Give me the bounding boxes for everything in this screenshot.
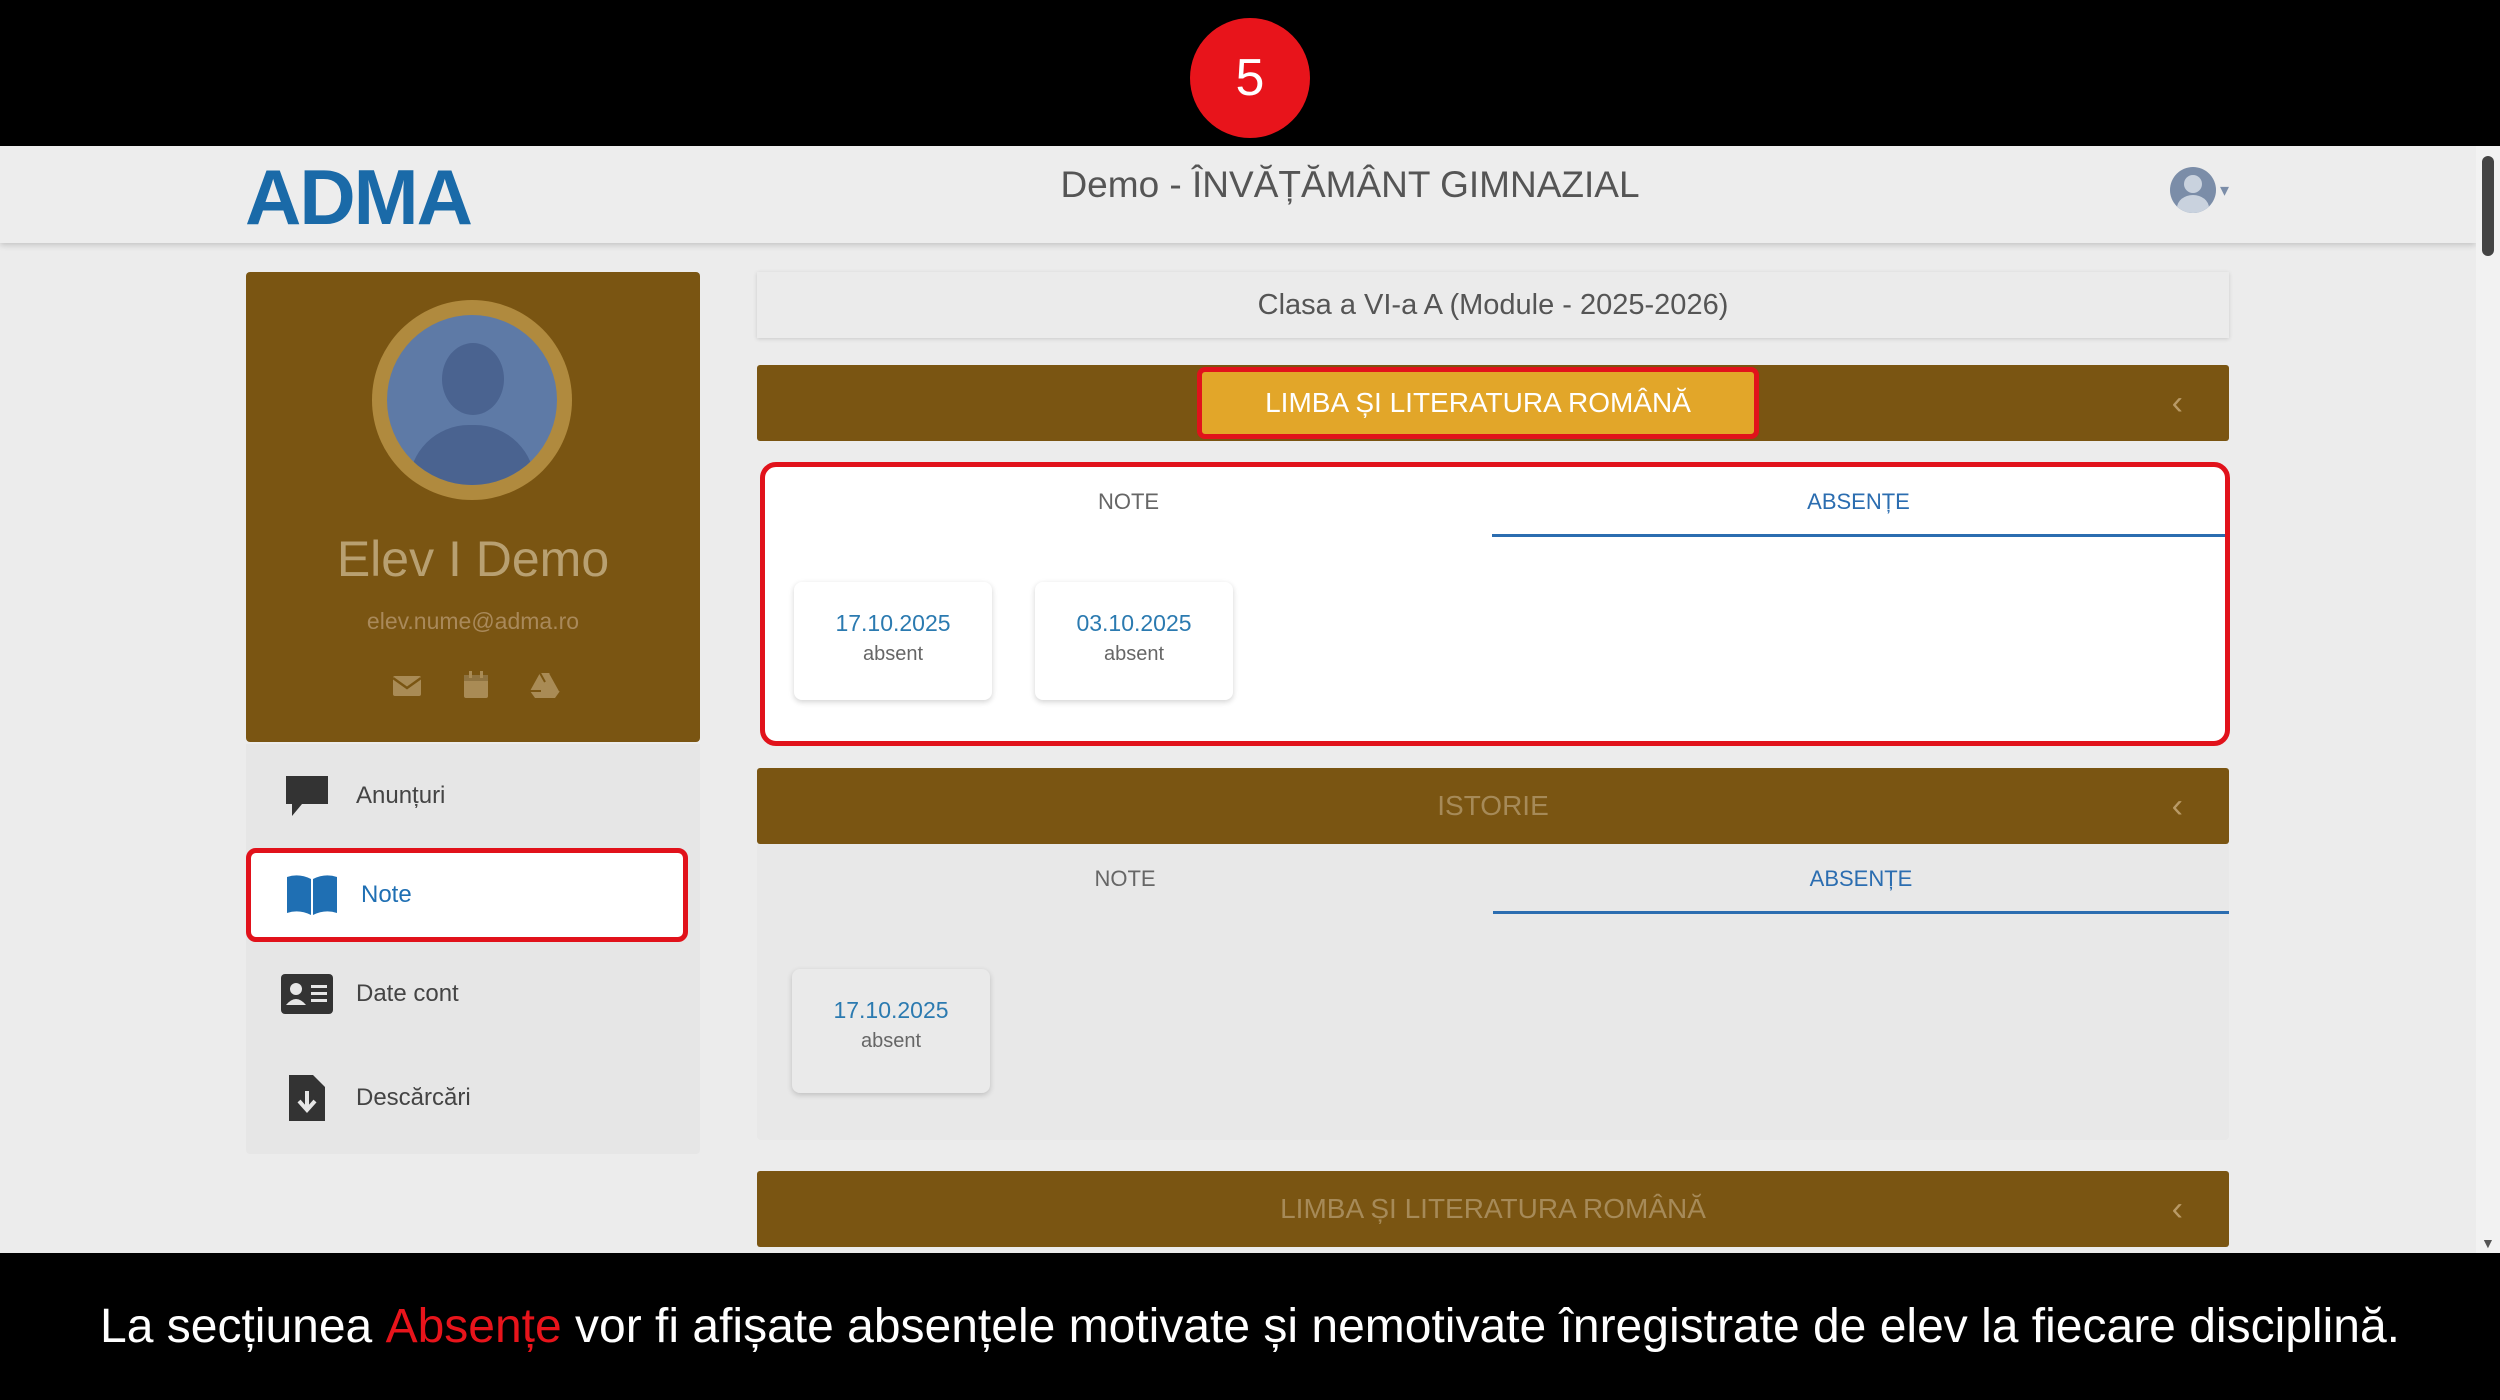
scrollbar[interactable]: ▼	[2476, 146, 2500, 1253]
page-title: Demo - ÎNVĂȚĂMÂNT GIMNAZIAL	[1060, 164, 1640, 205]
sidebar-item-anunturi[interactable]: Anunțuri	[246, 748, 700, 844]
open-book-icon	[285, 868, 339, 922]
sidebar-item-label: Date cont	[356, 980, 459, 1007]
class-selector[interactable]: Clasa a VI-a A (Module - 2025-2026)	[757, 272, 2229, 338]
id-card-icon	[280, 967, 334, 1021]
caption-text: La secțiunea	[100, 1300, 386, 1353]
profile-actions	[391, 670, 561, 700]
sidebar-item-label: Note	[361, 881, 412, 908]
step-badge: 5	[1190, 18, 1310, 138]
chevron-left-icon[interactable]: ‹	[2172, 768, 2183, 844]
tab-note[interactable]: NOTE	[765, 467, 1492, 537]
calendar-icon[interactable]	[460, 670, 492, 700]
sidebar-item-date-cont[interactable]: Date cont	[246, 946, 700, 1042]
chevron-left-icon[interactable]: ‹	[2172, 1171, 2183, 1247]
subject-header[interactable]: LIMBA ȘI LITERATURA ROMÂNĂ ‹	[757, 1171, 2229, 1247]
user-avatar-icon	[2170, 167, 2216, 213]
file-download-icon	[280, 1071, 334, 1125]
caret-down-icon: ▾	[2220, 179, 2230, 200]
top-band: 5	[0, 0, 2500, 146]
tab-absente[interactable]: ABSENȚE	[1493, 844, 2229, 914]
caption-text: vor fi afișate absențele motivate și nem…	[561, 1300, 2400, 1353]
absence-card: 17.10.2025 absent	[794, 582, 992, 700]
app-window: ADMA Demo - ÎNVĂȚĂMÂNT GIMNAZIAL ▾ Elev …	[0, 146, 2500, 1253]
adma-logo[interactable]: ADMA	[245, 152, 473, 243]
subject-title: LIMBA ȘI LITERATURA ROMÂNĂ	[1197, 367, 1759, 439]
profile-avatar	[372, 300, 572, 500]
subject-header[interactable]: ISTORIE ‹	[757, 768, 2229, 844]
envelope-icon[interactable]	[391, 670, 423, 700]
subject-header[interactable]: LIMBA ȘI LITERATURA ROMÂNĂ ‹	[757, 365, 2229, 441]
absence-date: 17.10.2025	[835, 610, 951, 636]
navbar: ADMA Demo - ÎNVĂȚĂMÂNT GIMNAZIAL ▾	[0, 146, 2476, 243]
sidebar-item-note[interactable]: Note	[246, 848, 688, 942]
profile-email: elev.nume@adma.ro	[366, 608, 580, 634]
profile-card: Elev I Demo elev.nume@adma.ro	[246, 272, 700, 742]
tab-note[interactable]: NOTE	[757, 844, 1493, 914]
absence-status: absent	[860, 1030, 922, 1052]
tab-absente[interactable]: ABSENȚE	[1492, 467, 2225, 537]
scroll-down-icon[interactable]: ▼	[2481, 1235, 2495, 1251]
absence-card: 03.10.2025 absent	[1035, 582, 1233, 700]
subject-title: LIMBA ȘI LITERATURA ROMÂNĂ	[1280, 1193, 1706, 1224]
subject-panel: NOTE ABSENȚE 17.10.2025 absent	[757, 844, 2229, 1140]
scrollbar-thumb[interactable]	[2482, 156, 2494, 256]
absence-status: absent	[1103, 643, 1165, 665]
absence-card: 17.10.2025 absent	[792, 969, 990, 1093]
tutorial-caption: La secțiunea Absențe vor fi afișate abse…	[0, 1253, 2500, 1400]
user-menu-button[interactable]: ▾	[2170, 160, 2229, 220]
absence-date: 17.10.2025	[833, 997, 949, 1023]
subject-panel: NOTE ABSENȚE 17.10.2025 absent 03.10.202…	[760, 462, 2230, 746]
absence-status: absent	[862, 643, 924, 665]
chat-bubble-icon	[280, 769, 334, 823]
sidebar-item-label: Descărcări	[356, 1084, 471, 1111]
drive-icon[interactable]	[529, 670, 561, 700]
subject-title: ISTORIE	[1437, 790, 1549, 821]
side-menu: Anunțuri Note Date cont Descărcări	[246, 744, 700, 1154]
profile-name: Elev I Demo	[336, 531, 610, 587]
absence-date: 03.10.2025	[1076, 610, 1192, 636]
chevron-left-icon[interactable]: ‹	[2172, 365, 2183, 441]
sidebar-item-label: Anunțuri	[356, 782, 446, 809]
caption-highlight: Absențe	[385, 1300, 562, 1353]
sidebar-item-descarcari[interactable]: Descărcări	[246, 1050, 700, 1146]
